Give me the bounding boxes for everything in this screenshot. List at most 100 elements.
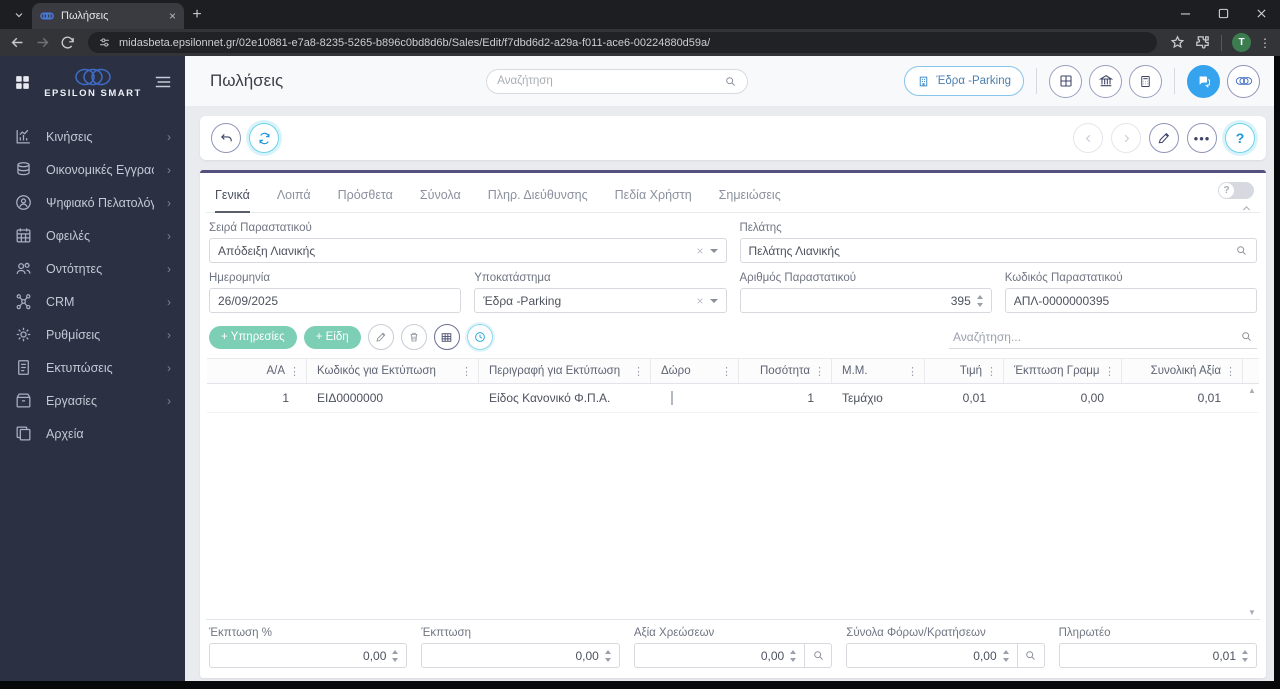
branch-combobox[interactable]: Έδρα -Parking × (474, 288, 727, 313)
date-input[interactable]: 26/09/2025 (209, 288, 462, 313)
series-combobox[interactable]: Απόδειξη Λιανικής × (209, 238, 727, 263)
tab-plir-dieythinsis[interactable]: Πληρ. Διεύθυνσης (488, 188, 588, 212)
spinner[interactable] (976, 294, 983, 307)
spin-up-icon[interactable] (976, 294, 983, 299)
help-toggle[interactable]: ? (1218, 182, 1254, 199)
column-menu-icon[interactable]: ⋮ (1104, 365, 1115, 378)
payable-stepper[interactable]: 0,01 (1058, 643, 1258, 668)
sidebar-item-psifiako-pelatologio[interactable]: Ψηφιακό Πελατολόγιο › (0, 186, 185, 219)
sidebar-item-ontotites[interactable]: Οντότητες › (0, 252, 185, 285)
back-button[interactable] (211, 123, 241, 153)
column-header-line-discount[interactable]: Έκπτωση Γραμμή...⋮ (1004, 359, 1122, 383)
spinner[interactable] (1242, 649, 1249, 662)
branch-selector-button[interactable]: Έδρα -Parking (904, 66, 1024, 96)
extensions-icon[interactable] (1194, 34, 1211, 51)
column-menu-icon[interactable]: ⋮ (907, 365, 918, 378)
column-menu-icon[interactable]: ⋮ (814, 365, 825, 378)
spinner[interactable] (392, 649, 399, 662)
history-button[interactable] (466, 324, 493, 350)
column-header-quantity[interactable]: Ποσότητα ⋮ (739, 359, 832, 383)
column-header-gift[interactable]: Δώρο ⋮ (651, 359, 739, 383)
sidebar-item-crm[interactable]: CRM › (0, 285, 185, 318)
window-minimize-button[interactable] (1166, 0, 1204, 26)
column-menu-icon[interactable]: ⋮ (289, 365, 300, 378)
tab-synola[interactable]: Σύνολα (420, 188, 461, 212)
tab-pedia-xristi[interactable]: Πεδία Χρήστη (615, 188, 692, 212)
more-actions-button[interactable]: ••• (1187, 123, 1217, 153)
company-button[interactable] (1089, 64, 1122, 98)
add-items-button[interactable]: + Είδη (303, 325, 361, 349)
edit-button[interactable] (1149, 123, 1179, 153)
browser-reload-button[interactable] (59, 34, 76, 51)
sidebar-item-arxeia[interactable]: Αρχεία (0, 417, 185, 450)
column-menu-icon[interactable]: ⋮ (721, 365, 732, 378)
column-header-total[interactable]: Συνολική Αξία ⋮ (1122, 359, 1243, 383)
taxes-lookup-button[interactable] (1017, 643, 1045, 668)
discount-stepper[interactable]: 0,00 (421, 643, 620, 668)
column-menu-icon[interactable]: ⋮ (1225, 365, 1236, 378)
apps-window-button[interactable] (1049, 64, 1082, 98)
browser-back-button[interactable] (9, 34, 26, 51)
new-tab-button[interactable]: + (184, 2, 210, 28)
window-close-button[interactable] (1242, 0, 1280, 26)
next-record-button[interactable] (1111, 123, 1141, 153)
window-restore-button[interactable] (1204, 0, 1242, 26)
column-header-price[interactable]: Τιμή ⋮ (925, 359, 1004, 383)
column-header-aa[interactable]: Α/Α ⋮ (207, 359, 307, 383)
browser-forward-button[interactable] (34, 34, 51, 51)
search-icon[interactable] (724, 75, 737, 88)
spinner[interactable] (604, 649, 611, 662)
menu-toggle-icon[interactable] (154, 75, 172, 89)
sidebar-item-oikonomikes-eggrafes[interactable]: Οικονομικές Εγγραφές › (0, 153, 185, 186)
apps-grid-icon[interactable] (13, 73, 32, 92)
tab-search-button[interactable] (6, 4, 32, 26)
spin-down-icon[interactable] (976, 302, 983, 307)
taxes-stepper[interactable]: 0,00 (846, 643, 1018, 668)
tab-loipa[interactable]: Λοιπά (277, 188, 311, 212)
column-menu-icon[interactable]: ⋮ (986, 365, 997, 378)
chat-button[interactable] (1187, 64, 1220, 98)
clear-icon[interactable]: × (696, 245, 703, 257)
scroll-down-icon[interactable]: ▼ (1248, 608, 1256, 617)
column-header-code[interactable]: Κωδικός για Εκτύπωση ⋮ (307, 359, 479, 383)
scroll-up-icon[interactable]: ▲ (1248, 386, 1256, 395)
grid-view-button[interactable] (433, 324, 460, 350)
charges-lookup-button[interactable] (805, 643, 833, 668)
global-search-input[interactable] (497, 75, 719, 87)
browser-tab[interactable]: Πωλήσεις × (32, 3, 184, 29)
doc-number-stepper[interactable]: 395 (739, 288, 992, 313)
customer-lookup[interactable]: Πελάτης Λιανικής (739, 238, 1257, 263)
discount-pct-stepper[interactable]: 0,00 (209, 643, 408, 668)
column-header-description[interactable]: Περιγραφή για Εκτύπωση ⋮ (479, 359, 651, 383)
column-menu-icon[interactable]: ⋮ (633, 365, 644, 378)
help-button[interactable]: ? (1225, 123, 1255, 153)
sidebar-item-ofeiles[interactable]: Οφειλές › (0, 219, 185, 252)
sidebar-item-rythmiseis[interactable]: Ρυθμίσεις › (0, 318, 185, 351)
tab-prostheta[interactable]: Πρόσθετα (338, 188, 393, 212)
collapse-panel-icon[interactable] (1240, 202, 1253, 215)
tab-close-icon[interactable]: × (169, 10, 176, 22)
clear-icon[interactable]: × (696, 295, 703, 307)
sidebar-item-ergasies[interactable]: Εργασίες › (0, 384, 185, 417)
column-header-unit[interactable]: Μ.Μ. ⋮ (832, 359, 925, 383)
tab-simeioseis[interactable]: Σημειώσεις (719, 188, 781, 212)
doc-code-input[interactable]: ΑΠΛ-0000000395 (1004, 288, 1257, 313)
calculator-button[interactable] (1129, 64, 1162, 98)
spinner[interactable] (1002, 649, 1009, 662)
delete-line-button[interactable] (400, 324, 427, 350)
site-settings-icon[interactable] (98, 36, 111, 49)
sidebar-item-ektyposeis[interactable]: Εκτυπώσεις › (0, 351, 185, 384)
chevron-down-icon[interactable] (709, 298, 718, 303)
sidebar-item-kiniseis[interactable]: Κινήσεις › (0, 120, 185, 153)
browser-menu-icon[interactable]: ⋮ (1259, 36, 1271, 50)
lines-search-input[interactable] (953, 329, 1234, 344)
search-icon[interactable] (1235, 244, 1248, 257)
chevron-down-icon[interactable] (709, 248, 718, 253)
table-row[interactable]: 1 ΕΙΔ0000000 Είδος Κανονικό Φ.Π.Α. 1 Τεμ… (207, 384, 1259, 413)
previous-record-button[interactable] (1073, 123, 1103, 153)
charges-stepper[interactable]: 0,00 (633, 643, 806, 668)
refresh-button[interactable] (249, 123, 279, 153)
column-menu-icon[interactable]: ⋮ (461, 365, 472, 378)
bookmark-star-icon[interactable] (1169, 34, 1186, 51)
gift-checkbox[interactable] (671, 391, 673, 405)
